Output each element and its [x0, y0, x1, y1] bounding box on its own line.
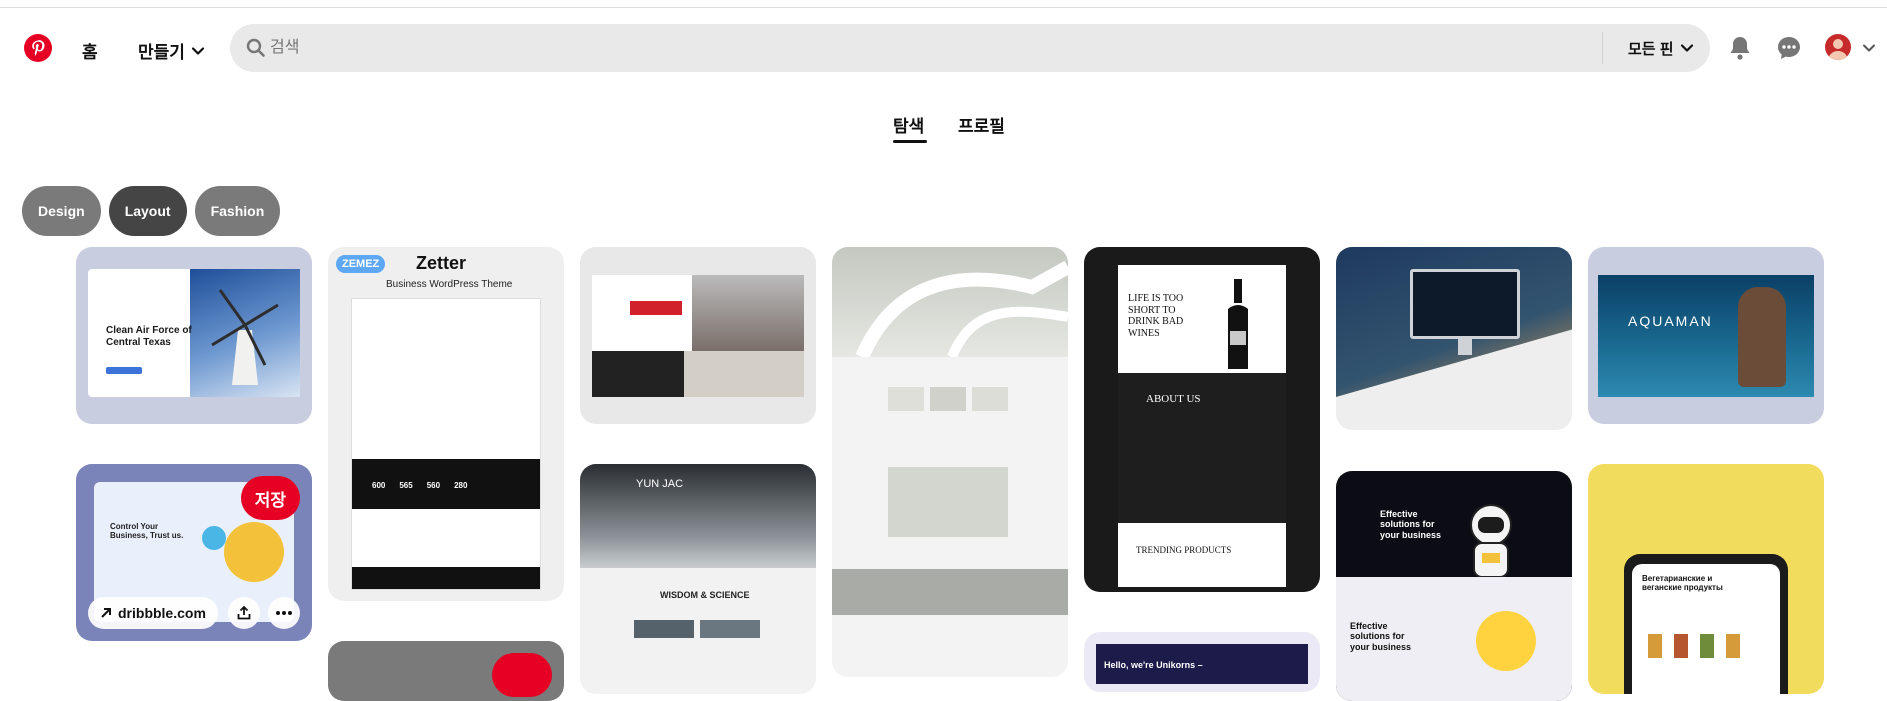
pin-card-grocery[interactable]: Вегетарианские и веганские продукты [1588, 464, 1824, 694]
pin-title: Zetter [416, 253, 467, 273]
pin-card-control-business[interactable]: Control Your Business, Trust us. 저장 drib… [76, 464, 312, 641]
pin-card-architecture[interactable] [832, 247, 1068, 677]
pin-headline: Вегетарианские и веганские продукты [1642, 574, 1723, 593]
user-avatar-icon [1828, 39, 1848, 60]
pin-card-aquaman[interactable]: AQUAMAN [1588, 247, 1824, 424]
account-menu-chevron-icon[interactable] [1862, 41, 1876, 55]
pin-subtitle: WISDOM & SCIENCE [660, 590, 750, 600]
chevron-down-icon [1680, 44, 1693, 52]
wine-bottle-icon [1228, 279, 1248, 369]
pin-headline: LIFE IS TOO SHORT TO DRINK BAD WINES [1128, 293, 1184, 339]
pin-card-monitor[interactable] [1336, 247, 1572, 430]
share-icon [237, 606, 251, 620]
pin-stats: 600 565 560 280 [372, 481, 468, 490]
save-button[interactable]: 저장 [240, 476, 300, 520]
source-link[interactable]: dribbble.com [88, 597, 218, 629]
notifications-button[interactable] [1726, 34, 1754, 62]
search-bar: 모든 핀 [230, 24, 1710, 72]
profile-tabs: 탐색 프로필 [0, 110, 1887, 146]
search-icon [246, 38, 265, 57]
pin-section-title: ABOUT US [1146, 393, 1201, 405]
search-scope-label: 모든 핀 [1628, 40, 1674, 58]
nav-home-link[interactable]: 홈 [82, 38, 98, 63]
top-nav: 홈 만들기 모든 핀 [0, 16, 1887, 80]
astronaut-icon [1470, 504, 1512, 578]
arrow-up-right-icon [101, 608, 111, 618]
search-scope-dropdown[interactable]: 모든 핀 [1628, 24, 1694, 72]
pin-card-partial[interactable] [328, 641, 564, 701]
pin-subtitle: Business WordPress Theme [386, 279, 513, 290]
pin-card-yunjac[interactable]: YUN JAC WISDOM & SCIENCE [580, 464, 816, 694]
tab-explore[interactable]: 탐색 [893, 112, 924, 137]
chip-design[interactable]: Design [22, 186, 101, 236]
pin-headline: Effective solutions for your business [1350, 621, 1412, 652]
pinterest-logo-icon[interactable] [24, 34, 52, 62]
bell-icon [1730, 37, 1750, 60]
pin-headline: Control Your Business, Trust us. [110, 522, 184, 541]
pin-title: AQUAMAN [1628, 313, 1713, 329]
nav-create-menu[interactable]: 만들기 [138, 38, 205, 63]
chip-fashion[interactable]: Fashion [194, 186, 281, 236]
profile-avatar[interactable] [1825, 34, 1851, 60]
pin-card-wine[interactable]: LIFE IS TOO SHORT TO DRINK BAD WINES ABO… [1084, 247, 1320, 592]
share-button[interactable] [228, 597, 260, 629]
pin-image: LIFE IS TOO SHORT TO DRINK BAD WINES ABO… [1118, 265, 1286, 587]
architecture-curves [855, 260, 1068, 357]
pin-card-astronaut[interactable]: Effective solutions for your business Ef… [1336, 471, 1572, 701]
pin-card-zetter[interactable]: ZEMEZ Zetter Business WordPress Theme 60… [328, 247, 564, 601]
source-link-label: dribbble.com [118, 605, 206, 621]
pin-headline: Effective solutions for your business [1380, 509, 1442, 540]
pin-headline: Hello, we're Unikorns – [1104, 660, 1203, 670]
tab-profile[interactable]: 프로필 [958, 112, 1005, 137]
window-top-edge [0, 0, 1887, 8]
pin-image [580, 464, 816, 568]
nav-create-label: 만들기 [138, 43, 185, 62]
pin-card-unikorns[interactable]: Hello, we're Unikorns – [1084, 632, 1320, 692]
pin-image: 600 565 560 280 [352, 299, 540, 589]
pin-image: Clean Air Force of Central Texas [88, 269, 300, 397]
windmill-icon [211, 289, 279, 385]
messages-button[interactable] [1775, 34, 1803, 62]
chat-bubble-icon [1778, 37, 1800, 59]
pin-headline: Clean Air Force of Central Texas [106, 325, 192, 348]
ellipsis-icon [276, 611, 292, 615]
pin-card-fashion[interactable] [580, 247, 816, 424]
chip-layout[interactable]: Layout [108, 186, 187, 236]
active-tab-indicator [893, 140, 927, 143]
search-divider [1602, 32, 1603, 64]
pin-card-clean-air[interactable]: Clean Air Force of Central Texas [76, 247, 312, 424]
pin-section-title: TRENDING PRODUCTS [1136, 545, 1232, 555]
filter-chips: Design Layout Fashion [22, 186, 281, 236]
chevron-down-icon [191, 46, 205, 55]
pin-title: YUN JAC [636, 478, 684, 490]
pin-image [592, 275, 804, 397]
pin-brand-badge: ZEMEZ [336, 255, 386, 273]
save-button-partial[interactable] [492, 653, 552, 697]
search-input[interactable] [270, 24, 1570, 72]
more-options-button[interactable] [268, 597, 300, 629]
